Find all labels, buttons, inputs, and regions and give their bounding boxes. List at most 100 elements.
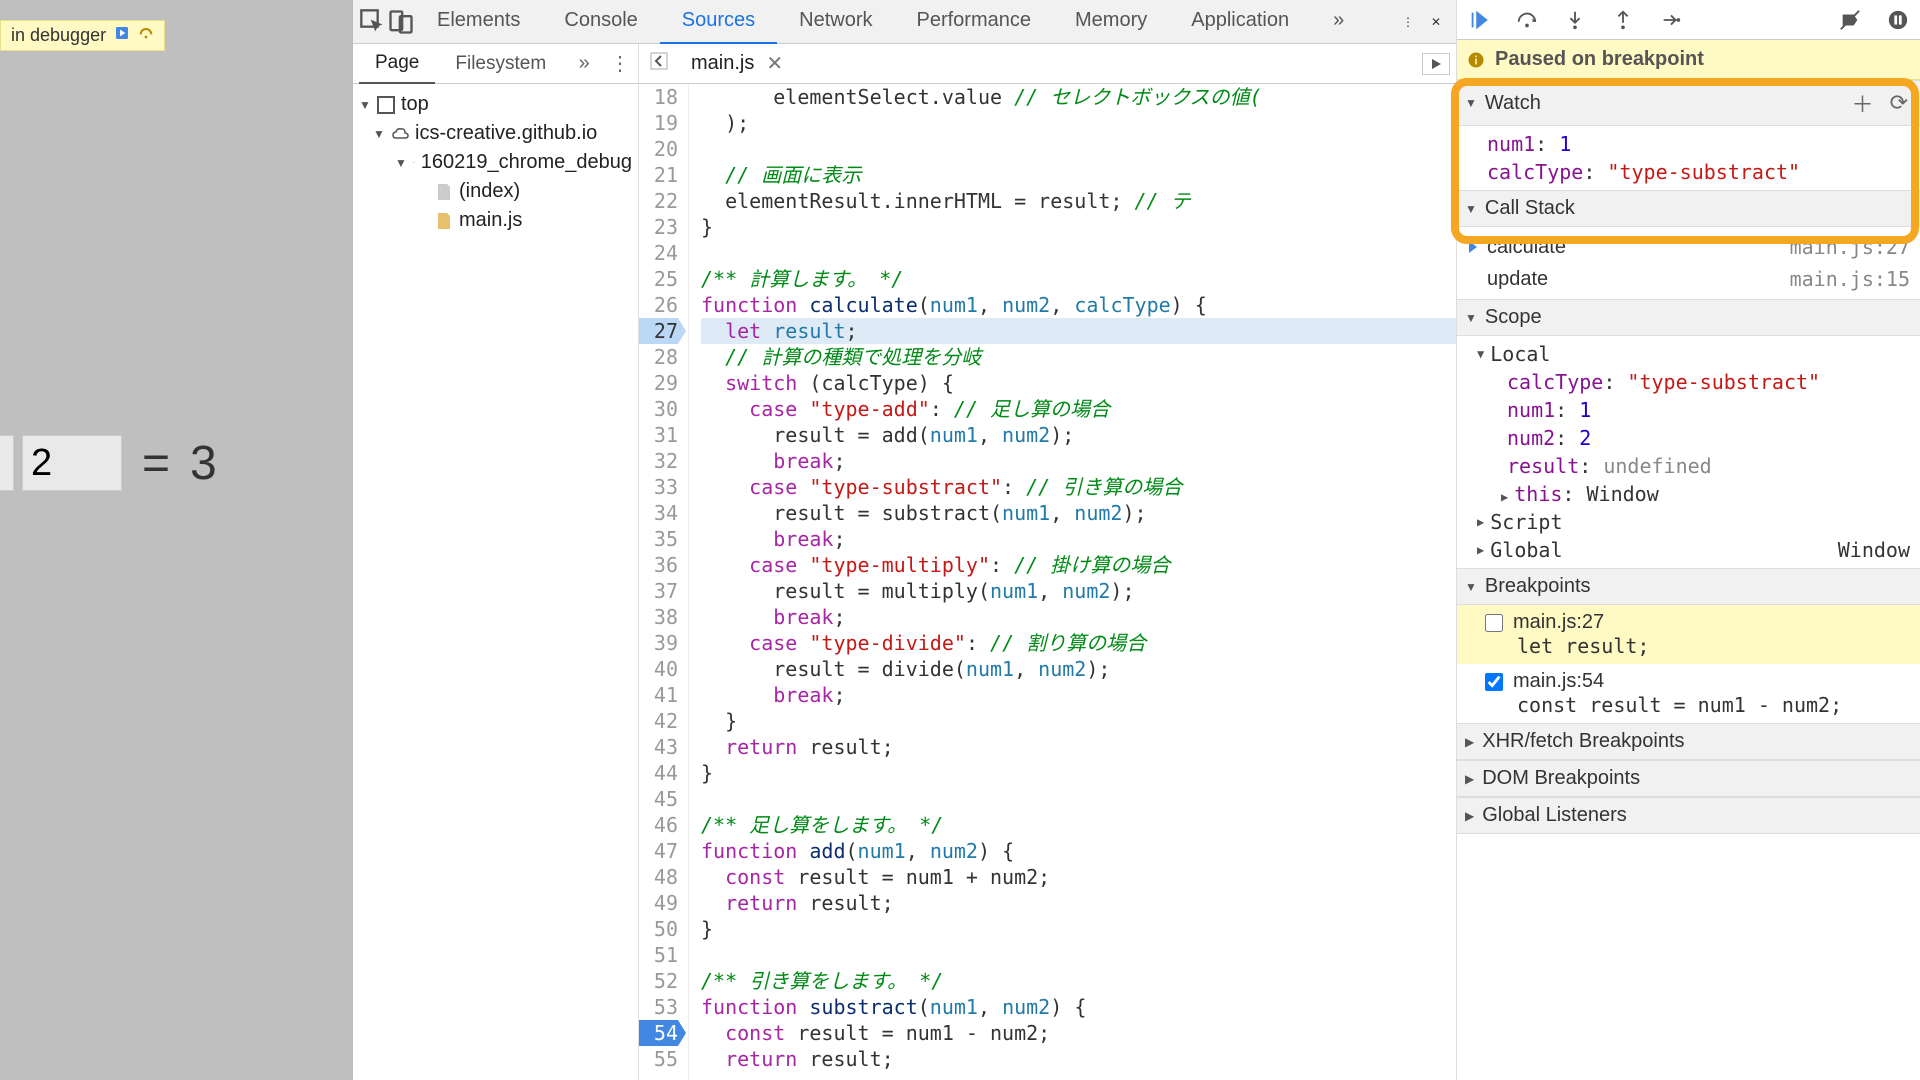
- code-line[interactable]: elementResult.innerHTML = result; // テ: [701, 188, 1456, 214]
- code-line[interactable]: const result = num1 + num2;: [701, 864, 1456, 890]
- add-watch-icon[interactable]: ＋: [1848, 87, 1878, 119]
- resume-icon[interactable]: [114, 25, 130, 46]
- dom-breakpoints-header[interactable]: ▶DOM Breakpoints: [1457, 760, 1920, 797]
- code-line[interactable]: // 画面に表示: [701, 162, 1456, 188]
- line-number[interactable]: 41: [639, 682, 678, 708]
- line-number[interactable]: 31: [639, 422, 678, 448]
- code-line[interactable]: result = add(num1, num2);: [701, 422, 1456, 448]
- nav-tab-page[interactable]: Page: [359, 44, 435, 84]
- tree-folder[interactable]: ▼ 160219_chrome_debug: [357, 148, 634, 177]
- inspect-element-icon[interactable]: [359, 8, 387, 36]
- code-line[interactable]: /** 引き算をします。 */: [701, 968, 1456, 994]
- breakpoint-checkbox[interactable]: [1485, 673, 1503, 691]
- scope-global-group[interactable]: ▶GlobalWindow: [1457, 536, 1920, 564]
- line-number[interactable]: 54: [639, 1020, 678, 1046]
- code-line[interactable]: case "type-multiply": // 掛け算の場合: [701, 552, 1456, 578]
- code-line[interactable]: switch (calcType) {: [701, 370, 1456, 396]
- line-number[interactable]: 52: [639, 968, 678, 994]
- tabs-overflow-icon[interactable]: »: [1311, 0, 1366, 44]
- code-line[interactable]: result = substract(num1, num2);: [701, 500, 1456, 526]
- step-icon[interactable]: [1657, 9, 1685, 31]
- line-number[interactable]: 34: [639, 500, 678, 526]
- line-number[interactable]: 32: [639, 448, 678, 474]
- tree-file-mainjs[interactable]: main.js: [357, 206, 634, 235]
- pause-on-exceptions-icon[interactable]: [1884, 9, 1912, 31]
- scope-script-group[interactable]: ▶Script: [1457, 508, 1920, 536]
- callstack-section-header[interactable]: ▼ Call Stack: [1457, 190, 1920, 227]
- devtools-settings-icon[interactable]: ⋮: [1394, 8, 1422, 36]
- tab-console[interactable]: Console: [542, 0, 659, 44]
- tab-sources[interactable]: Sources: [660, 0, 777, 44]
- num1-spinner-partial[interactable]: [0, 435, 14, 491]
- callstack-frame[interactable]: updatemain.js:15: [1457, 263, 1920, 295]
- tree-top[interactable]: ▼ top: [357, 90, 634, 119]
- line-number[interactable]: 45: [639, 786, 678, 812]
- code-line[interactable]: case "type-divide": // 割り算の場合: [701, 630, 1456, 656]
- line-number[interactable]: 26: [639, 292, 678, 318]
- scope-variable[interactable]: result: undefined: [1457, 452, 1920, 480]
- scope-section-header[interactable]: ▼ Scope: [1457, 299, 1920, 336]
- code-area[interactable]: 1819202122232425262728293031323334353637…: [639, 84, 1456, 1080]
- code-line[interactable]: result = divide(num1, num2);: [701, 656, 1456, 682]
- code-line[interactable]: case "type-add": // 足し算の場合: [701, 396, 1456, 422]
- step-out-icon[interactable]: [1609, 9, 1637, 31]
- line-number[interactable]: 49: [639, 890, 678, 916]
- line-number[interactable]: 24: [639, 240, 678, 266]
- line-number[interactable]: 20: [639, 136, 678, 162]
- watch-expression[interactable]: calcType: "type-substract": [1457, 158, 1920, 186]
- code-line[interactable]: /** 足し算をします。 */: [701, 812, 1456, 838]
- nav-menu-icon[interactable]: ⋮: [608, 51, 632, 76]
- code-line[interactable]: let result;: [701, 318, 1456, 344]
- global-listeners-header[interactable]: ▶Global Listeners: [1457, 797, 1920, 834]
- code-line[interactable]: result = multiply(num1, num2);: [701, 578, 1456, 604]
- code-line[interactable]: elementSelect.value // セレクトボックスの値(: [701, 84, 1456, 110]
- xhr-breakpoints-header[interactable]: ▶XHR/fetch Breakpoints: [1457, 723, 1920, 760]
- nav-tab-filesystem[interactable]: Filesystem: [439, 45, 562, 83]
- line-number[interactable]: 47: [639, 838, 678, 864]
- tab-network[interactable]: Network: [777, 0, 894, 44]
- breakpoint-item[interactable]: main.js:27let result;: [1457, 605, 1920, 664]
- code-line[interactable]: }: [701, 760, 1456, 786]
- line-number[interactable]: 38: [639, 604, 678, 630]
- devtools-close-icon[interactable]: ✕: [1422, 8, 1450, 36]
- code-line[interactable]: break;: [701, 448, 1456, 474]
- line-number[interactable]: 48: [639, 864, 678, 890]
- code-line[interactable]: }: [701, 708, 1456, 734]
- line-number[interactable]: 43: [639, 734, 678, 760]
- refresh-watch-icon[interactable]: ⟳: [1886, 90, 1912, 116]
- code-line[interactable]: break;: [701, 604, 1456, 630]
- num2-input[interactable]: [22, 435, 122, 491]
- line-number[interactable]: 51: [639, 942, 678, 968]
- device-toolbar-icon[interactable]: [387, 8, 415, 36]
- resume-script-icon[interactable]: [1465, 9, 1493, 31]
- code-line[interactable]: return result;: [701, 734, 1456, 760]
- tab-performance[interactable]: Performance: [895, 0, 1054, 44]
- code-line[interactable]: return result;: [701, 890, 1456, 916]
- step-over-icon[interactable]: [1513, 9, 1541, 31]
- code-line[interactable]: function substract(num1, num2) {: [701, 994, 1456, 1020]
- line-number[interactable]: 25: [639, 266, 678, 292]
- line-number[interactable]: 35: [639, 526, 678, 552]
- scope-variable[interactable]: num1: 1: [1457, 396, 1920, 424]
- line-number[interactable]: 30: [639, 396, 678, 422]
- breakpoints-section-header[interactable]: ▼ Breakpoints: [1457, 568, 1920, 605]
- close-tab-icon[interactable]: ✕: [762, 51, 787, 76]
- code-line[interactable]: // 計算の種類で処理を分岐: [701, 344, 1456, 370]
- deactivate-breakpoints-icon[interactable]: [1836, 9, 1864, 31]
- line-number[interactable]: 36: [639, 552, 678, 578]
- line-number[interactable]: 50: [639, 916, 678, 942]
- scope-variable[interactable]: num2: 2: [1457, 424, 1920, 452]
- code-line[interactable]: [701, 786, 1456, 812]
- tree-file-index[interactable]: (index): [357, 177, 634, 206]
- line-number[interactable]: 44: [639, 760, 678, 786]
- line-number[interactable]: 27: [639, 318, 678, 344]
- tab-memory[interactable]: Memory: [1053, 0, 1169, 44]
- code-line[interactable]: /** 計算します。 */: [701, 266, 1456, 292]
- watch-expression[interactable]: num1: 1: [1457, 130, 1920, 158]
- step-over-banner-icon[interactable]: [138, 25, 154, 46]
- line-number[interactable]: 55: [639, 1046, 678, 1072]
- scope-local-group[interactable]: ▼Local: [1457, 340, 1920, 368]
- line-number[interactable]: 18: [639, 84, 678, 110]
- line-number[interactable]: 33: [639, 474, 678, 500]
- code-line[interactable]: function add(num1, num2) {: [701, 838, 1456, 864]
